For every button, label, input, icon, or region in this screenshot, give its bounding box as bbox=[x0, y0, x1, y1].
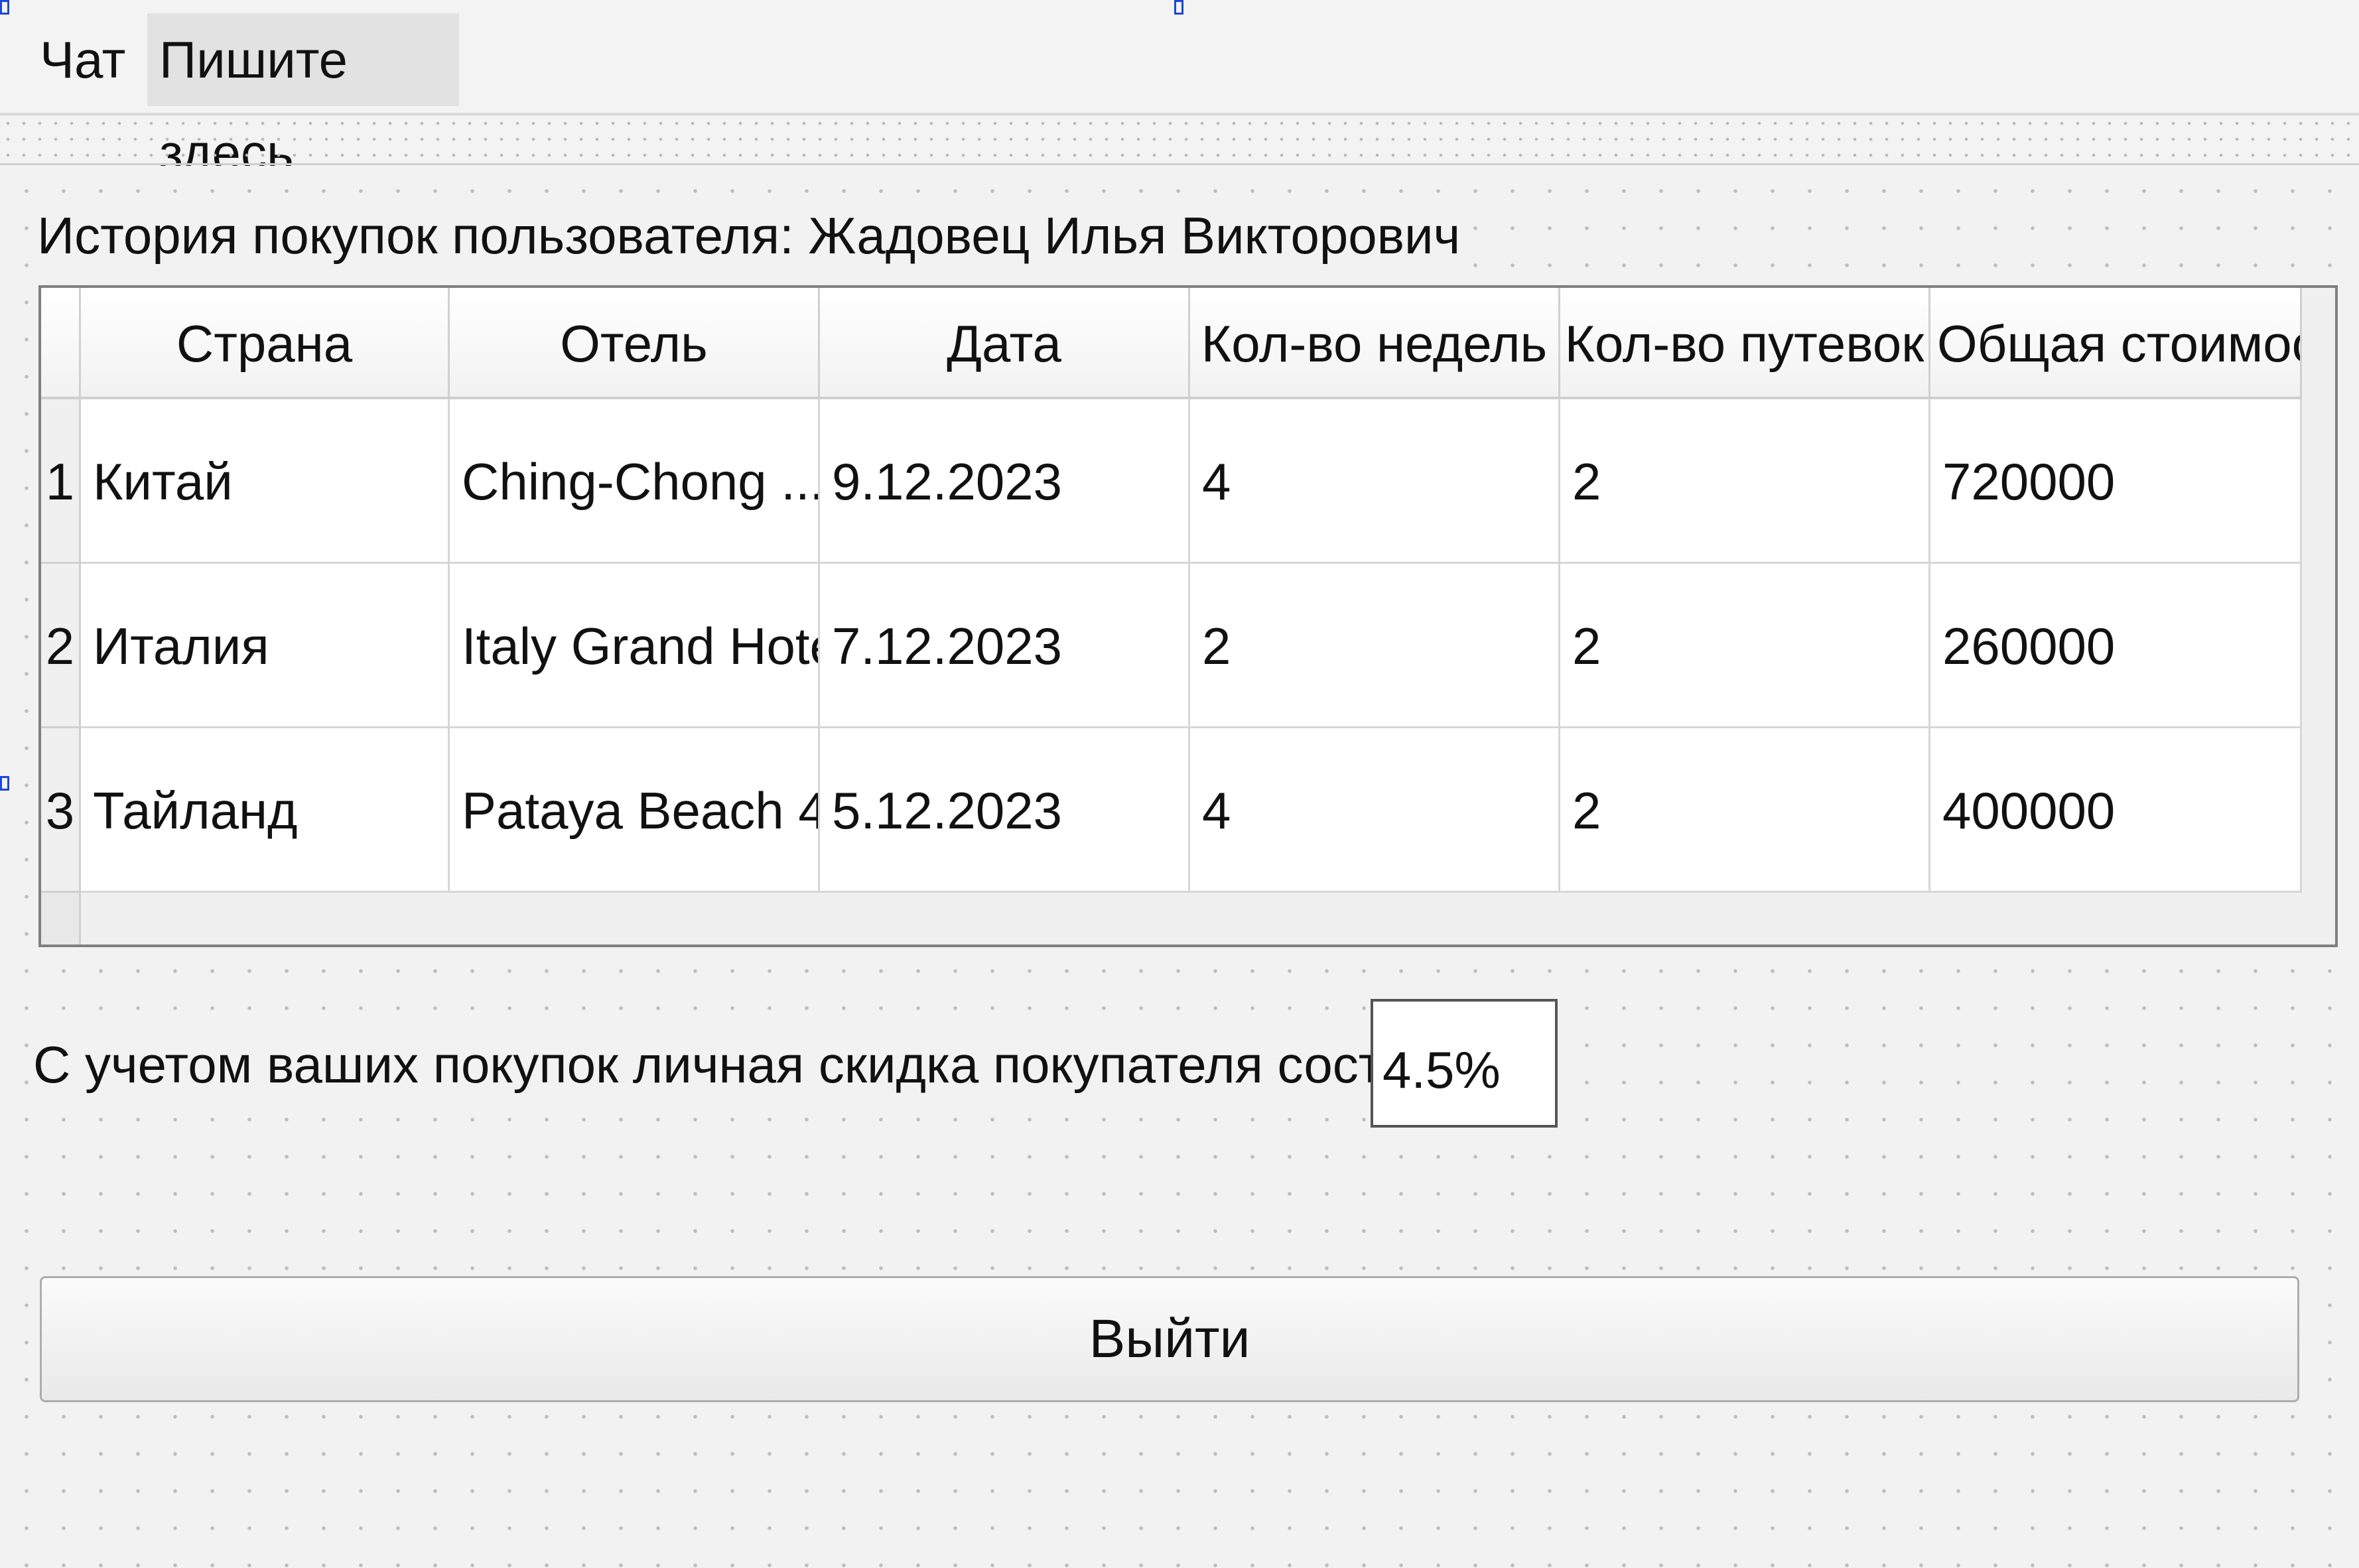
column-header-vouchers[interactable]: Кол-во путевок bbox=[1560, 288, 1930, 399]
menu-bar: Чат Пишите здесь bbox=[0, 0, 2359, 182]
column-header-weeks[interactable]: Кол-во недель bbox=[1190, 288, 1560, 399]
table-cell[interactable]: 9.12.2023 bbox=[820, 399, 1190, 564]
row-header[interactable]: 3 bbox=[41, 728, 81, 893]
table-cell[interactable]: 5.12.2023 bbox=[820, 728, 1190, 893]
purchase-history-title: История покупок пользователя: Жадовец Ил… bbox=[37, 199, 1474, 272]
table-cell[interactable]: 2 bbox=[1560, 399, 1930, 564]
column-header-country[interactable]: Страна bbox=[81, 288, 450, 399]
discount-label: С учетом ваших покупок личная скидка пок… bbox=[33, 1028, 1571, 1101]
column-header-date[interactable]: Дата bbox=[820, 288, 1190, 399]
table-cell[interactable]: 400000 bbox=[1930, 728, 2302, 893]
selection-handle bbox=[1174, 0, 1183, 15]
table-corner[interactable] bbox=[41, 288, 81, 399]
table-cell[interactable]: Ching-Chong ... bbox=[450, 399, 820, 564]
table-cell[interactable]: Italy Grand Hotel bbox=[450, 564, 820, 728]
table-cell[interactable]: 2 bbox=[1560, 728, 1930, 893]
table-cell[interactable]: 2 bbox=[1190, 564, 1560, 728]
table-cell[interactable]: Китай bbox=[81, 399, 450, 564]
row-header[interactable]: 2 bbox=[41, 564, 81, 728]
purchase-history-table[interactable]: Страна Отель Дата Кол-во недель Кол-во п… bbox=[38, 285, 2338, 947]
row-header-empty bbox=[41, 893, 81, 945]
selection-handle bbox=[0, 0, 9, 15]
table-cell[interactable]: 4 bbox=[1190, 399, 1560, 564]
selection-handle bbox=[0, 776, 9, 791]
row-header[interactable]: 1 bbox=[41, 399, 81, 564]
menu-chat[interactable]: Чат bbox=[28, 13, 137, 106]
toolbar-area bbox=[0, 115, 2359, 165]
table-cell[interactable]: Тайланд bbox=[81, 728, 450, 893]
table-cell[interactable]: 4 bbox=[1190, 728, 1560, 893]
column-header-hotel[interactable]: Отель bbox=[450, 288, 820, 399]
table-cell[interactable]: Pataya Beach 4 bbox=[450, 728, 820, 893]
menu-type-here[interactable]: Пишите здесь bbox=[147, 13, 459, 182]
table-cell[interactable]: 7.12.2023 bbox=[820, 564, 1190, 728]
column-header-total-cost[interactable]: Общая стоимость bbox=[1930, 288, 2302, 399]
exit-button[interactable]: Выйти bbox=[40, 1276, 2299, 1402]
discount-field[interactable] bbox=[1371, 999, 1558, 1128]
table-cell[interactable]: 260000 bbox=[1930, 564, 2302, 728]
table-cell[interactable]: 720000 bbox=[1930, 399, 2302, 564]
table-cell[interactable]: Италия bbox=[81, 564, 450, 728]
table-cell[interactable]: 2 bbox=[1560, 564, 1930, 728]
